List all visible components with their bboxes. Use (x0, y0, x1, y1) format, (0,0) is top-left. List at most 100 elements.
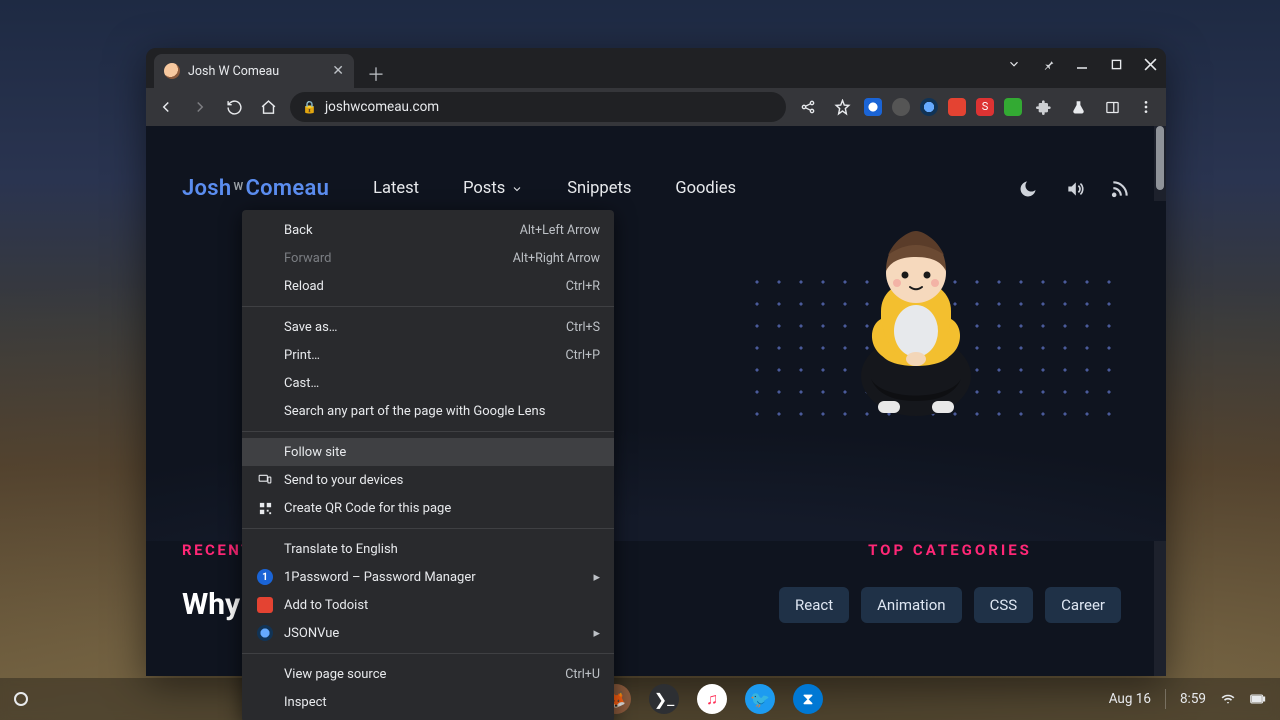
context-menu-label: Forward (284, 251, 503, 266)
context-menu-accelerator: Ctrl+S (566, 320, 600, 335)
site-logo[interactable]: Josh W Comeau (182, 176, 329, 201)
new-tab-button[interactable]: ＋ (362, 60, 390, 88)
context-menu-item[interactable]: Print… Ctrl+P (242, 341, 614, 369)
context-menu-accelerator: Alt+Right Arrow (513, 251, 600, 266)
context-menu: Back Alt+Left Arrow Forward Alt+Right Arrow… (242, 210, 614, 720)
address-bar[interactable]: 🔒 joshwcomeau.com (290, 92, 786, 122)
category-chips: React Animation CSS Career (770, 587, 1130, 623)
context-menu-label: Add to Todoist (284, 598, 600, 613)
labs-button[interactable] (1066, 95, 1090, 119)
battery-icon (1250, 692, 1266, 706)
context-menu-item[interactable]: JSONVue▸ (242, 619, 614, 647)
todoist-icon (256, 597, 274, 613)
context-menu-item[interactable]: Send to your devices (242, 466, 614, 494)
window-close-button[interactable] (1142, 56, 1158, 72)
extension-todoist-icon[interactable] (948, 98, 966, 116)
qr-icon (256, 500, 274, 516)
chip-animation[interactable]: Animation (861, 587, 961, 623)
share-button[interactable] (796, 95, 820, 119)
jsonvue-icon (256, 625, 274, 641)
context-menu-label: View page source (284, 667, 555, 682)
context-menu-label: JSONVue (284, 626, 583, 641)
chip-react[interactable]: React (779, 587, 849, 623)
launcher-button[interactable] (14, 692, 28, 706)
dock-music-icon[interactable]: ♫ (697, 684, 727, 714)
browser-tab[interactable]: Josh W Comeau ✕ (154, 54, 354, 88)
context-menu-label: Create QR Code for this page (284, 501, 600, 516)
context-menu-accelerator: Ctrl+R (566, 279, 600, 294)
context-menu-item[interactable]: Follow site (242, 438, 614, 466)
context-menu-item[interactable]: Reload Ctrl+R (242, 272, 614, 300)
tab-search-button[interactable] (1006, 56, 1022, 72)
window-maximize-button[interactable] (1108, 56, 1124, 72)
tray-time: 8:59 (1180, 691, 1206, 707)
context-menu-label: Reload (284, 279, 556, 294)
dock-twitter-icon[interactable]: 🐦 (745, 684, 775, 714)
extension-green-icon[interactable] (1004, 98, 1022, 116)
context-menu-item[interactable]: Add to Todoist (242, 591, 614, 619)
bookmark-button[interactable] (830, 95, 854, 119)
chip-career[interactable]: Career (1045, 587, 1121, 623)
pin-icon[interactable] (1040, 56, 1056, 72)
context-menu-accelerator: Alt+Left Arrow (520, 223, 600, 238)
favicon-icon (164, 63, 180, 79)
browser-menu-button[interactable] (1134, 95, 1158, 119)
window-minimize-button[interactable] (1074, 56, 1090, 72)
logo-part2: Comeau (245, 176, 329, 201)
browser-toolbar: 🔒 joshwcomeau.com S (146, 88, 1166, 126)
forward-button[interactable] (188, 95, 212, 119)
context-menu-label: 1Password – Password Manager (284, 570, 583, 585)
back-button[interactable] (154, 95, 178, 119)
context-menu-label: Search any part of the page with Google … (284, 404, 600, 419)
nav-posts-label: Posts (463, 179, 505, 198)
context-menu-item[interactable]: Inspect (242, 688, 614, 716)
nav-latest[interactable]: Latest (373, 179, 419, 198)
chevron-down-icon (511, 183, 523, 195)
dock-terminal-icon[interactable]: ❯_ (649, 684, 679, 714)
extensions-button[interactable] (1032, 95, 1056, 119)
nav-snippets[interactable]: Snippets (567, 179, 631, 198)
context-menu-item[interactable]: Back Alt+Left Arrow (242, 216, 614, 244)
context-menu-accelerator: Ctrl+P (566, 348, 600, 363)
sidepanel-button[interactable] (1100, 95, 1124, 119)
tab-strip: Josh W Comeau ✕ ＋ (146, 48, 1166, 88)
extension-1password-icon[interactable] (864, 98, 882, 116)
extension-block-icon[interactable] (892, 98, 910, 116)
context-menu-item[interactable]: Save as…Ctrl+S (242, 313, 614, 341)
wifi-icon (1220, 692, 1236, 706)
chip-css[interactable]: CSS (974, 587, 1034, 623)
dark-mode-icon[interactable] (1018, 179, 1038, 199)
context-menu-item[interactable]: Create QR Code for this page (242, 494, 614, 522)
devices-icon (256, 472, 274, 488)
tab-close-button[interactable]: ✕ (332, 63, 344, 79)
system-tray[interactable]: Aug 16 8:59 (1109, 689, 1266, 709)
dot-grid-decoration (746, 271, 1126, 431)
reload-button[interactable] (222, 95, 246, 119)
context-menu-item[interactable]: Search any part of the page with Google … (242, 397, 614, 425)
scrollbar-thumb[interactable] (1156, 126, 1164, 190)
home-button[interactable] (256, 95, 280, 119)
nav-posts[interactable]: Posts (463, 179, 523, 198)
tray-date: Aug 16 (1109, 691, 1151, 707)
context-menu-label: Translate to English (284, 542, 600, 557)
sound-icon[interactable] (1064, 179, 1084, 199)
url-text: joshwcomeau.com (325, 99, 439, 115)
extension-jsonvue-icon[interactable] (920, 98, 938, 116)
nav-goodies[interactable]: Goodies (675, 179, 736, 198)
lock-icon: 🔒 (302, 100, 317, 114)
rss-icon[interactable] (1110, 179, 1130, 199)
context-menu-label: Print… (284, 348, 556, 363)
dock-vscode-icon[interactable]: ⧗ (793, 684, 823, 714)
context-menu-item[interactable]: View page sourceCtrl+U (242, 660, 614, 688)
context-menu-item: Forward Alt+Right Arrow (242, 244, 614, 272)
tab-title: Josh W Comeau (188, 64, 279, 79)
toolbar-actions: S (796, 95, 1158, 119)
1password-icon: 1 (256, 569, 274, 585)
context-menu-item[interactable]: 11Password – Password Manager▸ (242, 563, 614, 591)
top-categories-label: TOP CATEGORIES (770, 541, 1130, 559)
context-menu-item[interactable]: Cast… (242, 369, 614, 397)
context-menu-item[interactable]: Translate to English (242, 535, 614, 563)
context-menu-label: Send to your devices (284, 473, 600, 488)
extension-s-icon[interactable]: S (976, 98, 994, 116)
context-menu-label: Back (284, 223, 510, 238)
